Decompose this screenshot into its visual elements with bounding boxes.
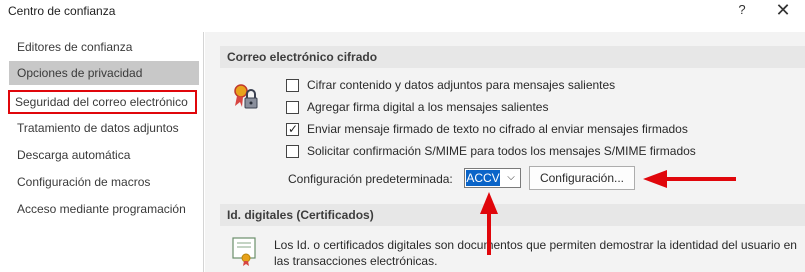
checkbox[interactable]: [286, 79, 299, 92]
option-label: Cifrar contenido y datos adjuntos para m…: [307, 78, 616, 92]
help-button[interactable]: ?: [734, 2, 750, 20]
option-label: Agregar firma digital a los mensajes sal…: [307, 100, 549, 114]
checkbox[interactable]: [286, 145, 299, 158]
sidebar-item-label: Seguridad del correo electrónico: [15, 95, 188, 109]
default-setting-value: ACCV: [466, 170, 500, 186]
close-button[interactable]: ✕: [772, 1, 794, 21]
settings-button[interactable]: Configuración...: [529, 166, 635, 190]
sidebar-item-privacy-options[interactable]: Opciones de privacidad: [9, 61, 199, 85]
certificate-lock-icon: [234, 84, 258, 109]
checkmark-icon: ✓: [288, 122, 299, 136]
sidebar-item-label: Tratamiento de datos adjuntos: [17, 121, 179, 135]
content-panel: Correo electrónico cifrado Cifrar conten…: [205, 32, 805, 272]
default-setting-select[interactable]: ACCV ⌵: [464, 168, 521, 188]
sidebar-item-email-security[interactable]: Seguridad del correo electrónico: [8, 90, 197, 114]
sidebar-item-label: Descarga automática: [17, 148, 131, 162]
sidebar-item-label: Configuración de macros: [17, 175, 151, 189]
sidebar-item-automatic-download[interactable]: Descarga automática: [9, 143, 199, 167]
sidebar: Editores de confianza Opciones de privac…: [0, 32, 204, 272]
section-header-encrypted-mail: Correo electrónico cifrado: [220, 46, 805, 68]
digital-ids-description: Los Id. o certificados digitales son doc…: [274, 238, 797, 268]
window-title: Centro de confianza: [8, 4, 116, 18]
sidebar-item-label: Editores de confianza: [17, 40, 133, 54]
sidebar-item-attachment-handling[interactable]: Tratamiento de datos adjuntos: [9, 116, 199, 140]
checkbox[interactable]: [286, 101, 299, 114]
section-title: Correo electrónico cifrado: [227, 50, 378, 64]
sidebar-item-macro-settings[interactable]: Configuración de macros: [9, 170, 199, 194]
certificate-icon: [232, 237, 256, 266]
option-label: Enviar mensaje firmado de texto no cifra…: [307, 122, 688, 136]
sidebar-item-trusted-publishers[interactable]: Editores de confianza: [9, 35, 199, 59]
chevron-down-icon[interactable]: ⌵: [504, 170, 518, 186]
sidebar-item-programmatic-access[interactable]: Acceso mediante programación: [9, 197, 199, 221]
option-label: Solicitar confirmación S/MIME para todos…: [307, 144, 696, 158]
title-bar: Centro de confianza ? ✕: [0, 0, 805, 25]
sidebar-item-label: Acceso mediante programación: [17, 202, 186, 216]
section-header-digital-ids: Id. digitales (Certificados): [220, 204, 805, 226]
checkbox-checked[interactable]: ✓: [286, 122, 299, 136]
sidebar-item-label: Opciones de privacidad: [17, 66, 143, 80]
section-title: Id. digitales (Certificados): [227, 208, 374, 222]
default-setting-label: Configuración predeterminada:: [288, 172, 453, 186]
